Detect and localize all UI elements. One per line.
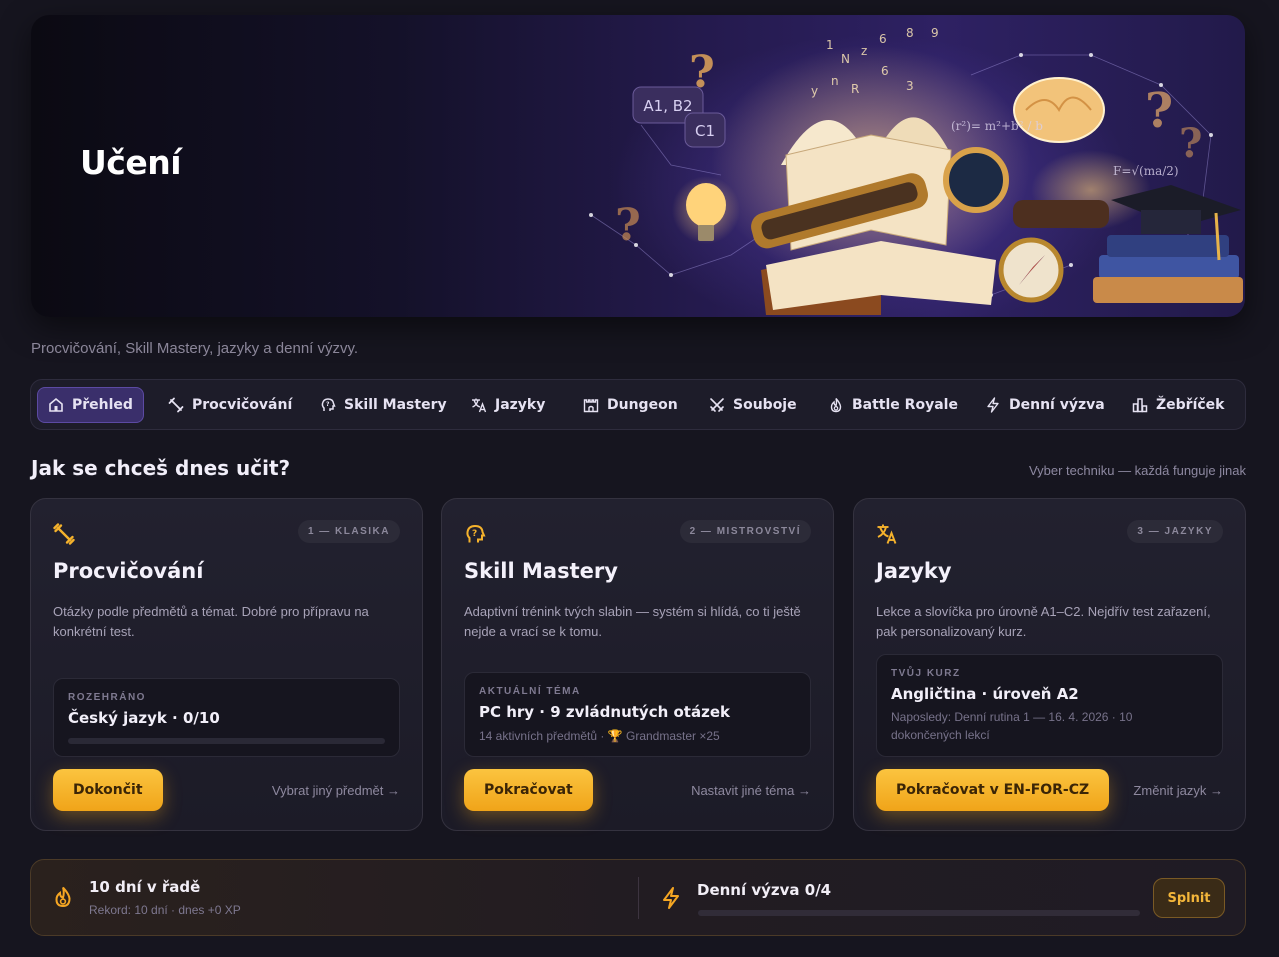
- svg-text:C1: C1: [695, 122, 715, 140]
- continue-button[interactable]: Pokračovat: [464, 769, 593, 811]
- svg-text:?: ?: [689, 47, 715, 98]
- svg-text:R: R: [851, 82, 859, 96]
- card-title: Jazyky: [876, 559, 952, 583]
- svg-text:y: y: [811, 84, 818, 98]
- svg-text:A1, B2: A1, B2: [643, 97, 692, 115]
- card-title: Skill Mastery: [464, 559, 618, 583]
- brain-head-icon: ?: [466, 524, 486, 543]
- daily-challenge-title: Denní výzva 0/4: [697, 881, 832, 899]
- tab-daily-challenge[interactable]: Denní výzva: [975, 387, 1115, 423]
- svg-text:?: ?: [472, 529, 477, 539]
- card-status-box: AKTUÁLNÍ TÉMA PC hry · 9 zvládnutých otá…: [464, 672, 811, 757]
- status-meta: 14 aktivních předmětů · 🏆 Grandmaster ×2…: [479, 729, 720, 743]
- tab-label: Dungeon: [607, 397, 678, 413]
- svg-text:?: ?: [1179, 120, 1202, 167]
- complete-button[interactable]: Splnit: [1153, 878, 1225, 918]
- svg-text:z: z: [861, 44, 867, 58]
- status-meta: Naposledy: Denní rutina 1 — 16. 4. 2026 …: [891, 710, 1133, 742]
- castle-icon: [583, 399, 599, 413]
- divider: [638, 877, 639, 919]
- svg-text:F=√(ma/2): F=√(ma/2): [1113, 164, 1179, 178]
- svg-text:1: 1: [826, 38, 834, 52]
- card-badge: 3 — JAZYKY: [1127, 520, 1223, 543]
- tab-overview[interactable]: Přehled: [37, 387, 144, 423]
- svg-text:3: 3: [906, 79, 914, 93]
- svg-text:?: ?: [326, 401, 330, 408]
- status-value: PC hry · 9 zvládnutých otázek: [479, 703, 730, 721]
- tab-label: Souboje: [733, 397, 797, 413]
- tab-label: Přehled: [72, 397, 133, 413]
- streak-title: 10 dní v řadě: [89, 878, 201, 896]
- svg-text:?: ?: [1145, 83, 1173, 139]
- flame-icon: [55, 886, 71, 908]
- lightning-icon: [663, 887, 679, 909]
- card-description: Otázky podle předmětů a témat. Dobré pro…: [53, 604, 369, 639]
- streak-panel: 10 dní v řadě Rekord: 10 dní · dnes +0 X…: [30, 859, 1246, 936]
- page-subtitle: Procvičování, Skill Mastery, jazyky a de…: [31, 340, 359, 357]
- tab-dungeon[interactable]: Dungeon: [573, 387, 688, 423]
- card-badge: 1 — KLASIKA: [297, 520, 400, 543]
- card-practice: 1 — KLASIKA Procvičování Otázky podle př…: [30, 498, 423, 831]
- tab-bar: Přehled Procvičování ? Skill Mastery Jaz…: [30, 379, 1246, 430]
- svg-text:?: ?: [615, 200, 641, 251]
- tab-duels[interactable]: Souboje: [699, 387, 807, 423]
- page-title: Učení: [80, 143, 182, 182]
- svg-text:9: 9: [931, 26, 939, 40]
- section-hint: Vyber techniku — každá funguje jinak: [1028, 463, 1246, 478]
- lightning-icon: [987, 397, 999, 413]
- tab-label: Denní výzva: [1009, 397, 1105, 413]
- dumbbell-icon: [168, 397, 184, 413]
- card-status-box: ROZEHRÁNO Český jazyk · 0/10: [53, 678, 400, 757]
- card-description: Adaptivní trénink tvých slabin — systém …: [464, 604, 801, 639]
- status-value: Český jazyk · 0/10: [68, 709, 220, 727]
- svg-text:6: 6: [881, 64, 889, 78]
- card-languages: 3 — JAZYKY Jazyky Lekce a slovíčka pro ú…: [853, 498, 1246, 831]
- crossed-swords-icon: [710, 398, 724, 412]
- finish-button[interactable]: Dokončit: [53, 769, 163, 811]
- set-topic-link[interactable]: Nastavit jiné téma →: [691, 783, 811, 798]
- svg-text:n: n: [831, 74, 839, 88]
- hero-illustration: A1, B2 C1 ? ? ? ? (r²)= m²+b² / b F=√(ma…: [589, 26, 1243, 317]
- home-icon: [49, 397, 63, 412]
- card-badge: 2 — MISTROVSTVÍ: [679, 520, 811, 543]
- hero-banner: Učení A1, B2 C1 ? ? ? ? (r²)= m²+b² / b …: [31, 15, 1245, 317]
- status-label: ROZEHRÁNO: [68, 692, 146, 703]
- continue-course-button[interactable]: Pokračovat v EN-FOR-CZ: [876, 769, 1110, 811]
- status-label: TVŮJ KURZ: [891, 668, 961, 679]
- tab-label: Battle Royale: [852, 397, 958, 413]
- tab-practice[interactable]: Procvičování: [158, 387, 302, 423]
- podium-icon: [1132, 398, 1148, 413]
- tab-leaderboard[interactable]: Žebříček: [1122, 387, 1234, 423]
- daily-challenge-progress: [698, 910, 1140, 916]
- svg-text:(r²)= m²+b² / b: (r²)= m²+b² / b: [951, 119, 1043, 133]
- progress-bar: [68, 738, 385, 744]
- tab-battle-royale[interactable]: Battle Royale: [818, 387, 968, 423]
- svg-text:N: N: [841, 52, 850, 66]
- brain-head-icon: ?: [321, 398, 336, 411]
- card-description: Lekce a slovíčka pro úrovně A1–C2. Nejdř…: [876, 604, 1211, 639]
- card-skill-mastery: ? 2 — MISTROVSTVÍ Skill Mastery Adaptivn…: [441, 498, 834, 831]
- status-value: Angličtina · úroveň A2: [891, 685, 1079, 703]
- choose-subject-link[interactable]: Vybrat jiný předmět →: [272, 783, 400, 798]
- flame-icon: [830, 398, 842, 413]
- svg-text:6: 6: [879, 32, 887, 46]
- streak-record: Rekord: 10 dní · dnes +0 XP: [89, 903, 241, 917]
- change-language-link[interactable]: Změnit jazyk →: [1133, 783, 1223, 798]
- tab-skill-mastery[interactable]: ? Skill Mastery: [310, 387, 457, 423]
- card-title: Procvičování: [53, 559, 204, 583]
- tab-label: Jazyky: [495, 397, 546, 413]
- translate-icon: [877, 524, 897, 544]
- status-label: AKTUÁLNÍ TÉMA: [479, 686, 581, 697]
- section-title: Jak se chceš dnes učit?: [31, 456, 291, 480]
- tab-label: Procvičování: [192, 397, 293, 413]
- svg-text:8: 8: [906, 26, 914, 40]
- tab-label: Skill Mastery: [344, 397, 447, 413]
- tab-languages[interactable]: Jazyky: [461, 387, 555, 423]
- dumbbell-icon: [53, 523, 75, 545]
- translate-icon: [472, 398, 487, 413]
- tab-label: Žebříček: [1156, 397, 1225, 413]
- card-status-box: TVŮJ KURZ Angličtina · úroveň A2 Naposle…: [876, 654, 1223, 757]
